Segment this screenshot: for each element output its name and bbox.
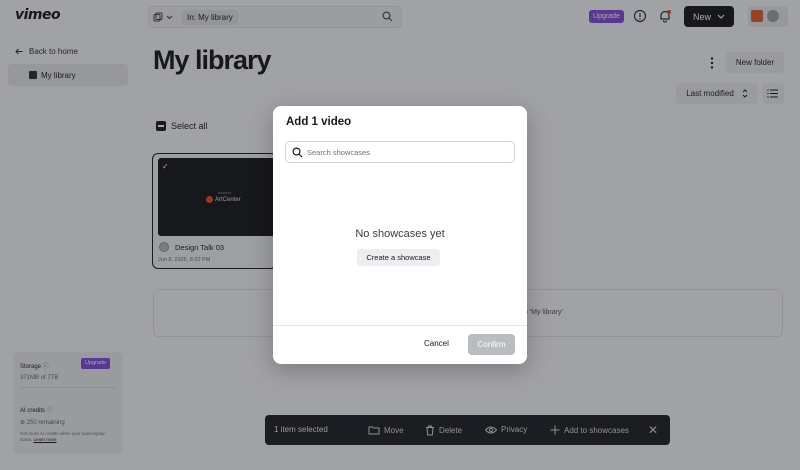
add-to-showcase-dialog: Add 1 video No showcases yet Create a sh…	[273, 106, 527, 364]
showcase-search[interactable]	[285, 141, 515, 163]
dialog-title: Add 1 video	[286, 116, 352, 128]
confirm-button[interactable]: Confirm	[468, 334, 515, 355]
search-icon	[292, 147, 303, 158]
showcase-search-input[interactable]	[307, 145, 507, 160]
cancel-button[interactable]: Cancel	[424, 339, 449, 348]
divider	[273, 325, 527, 326]
create-showcase-button[interactable]: Create a showcase	[357, 249, 440, 266]
empty-state-title: No showcases yet	[355, 228, 445, 240]
